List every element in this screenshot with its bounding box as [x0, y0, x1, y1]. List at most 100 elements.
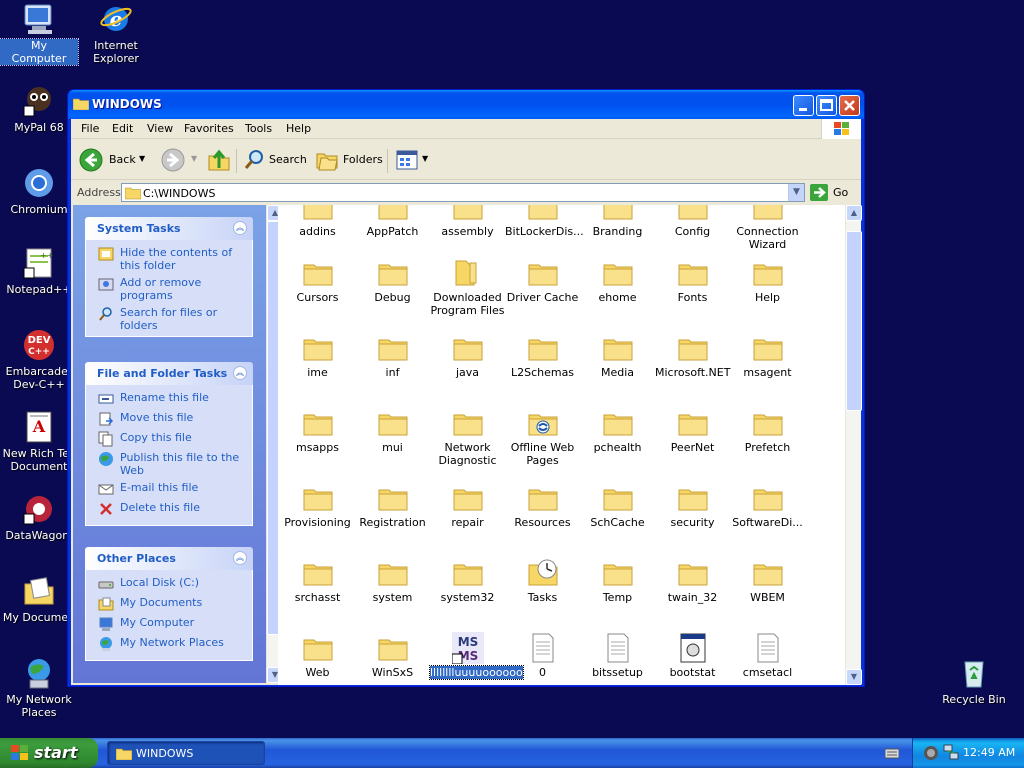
- file-item[interactable]: BitLockerDis...: [505, 205, 584, 238]
- file-item[interactable]: Media: [580, 332, 655, 379]
- file-item[interactable]: Help: [730, 257, 805, 304]
- file-item[interactable]: Network Diagnostic: [430, 407, 505, 467]
- search-button[interactable]: Search: [243, 148, 309, 172]
- file-item[interactable]: addins: [280, 205, 355, 238]
- place-my-network-places[interactable]: My Network Places: [86, 636, 252, 656]
- menu-favorites[interactable]: Favorites: [184, 122, 234, 135]
- collapse-chevron-icon[interactable]: ︽: [233, 221, 247, 235]
- views-dropdown-icon[interactable]: ▼: [422, 154, 428, 163]
- file-item[interactable]: Cursors: [280, 257, 355, 304]
- file-item[interactable]: WBEM: [730, 557, 805, 604]
- file-item[interactable]: cmsetacl: [730, 632, 805, 679]
- file-item[interactable]: twain_32: [655, 557, 730, 604]
- file-item[interactable]: WinSxS: [355, 632, 430, 679]
- maximize-button[interactable]: [816, 95, 837, 116]
- views-button[interactable]: ▼: [395, 148, 431, 172]
- forward-dropdown-icon[interactable]: ▼: [191, 154, 197, 163]
- place-my-documents[interactable]: My Documents: [86, 596, 252, 616]
- other-places-header[interactable]: Other Places ︽: [85, 547, 253, 570]
- file-item[interactable]: SoftwareDi...: [730, 482, 805, 529]
- title-bar[interactable]: WINDOWS: [68, 90, 864, 119]
- file-folder-tasks-header[interactable]: File and Folder Tasks ︽: [85, 362, 253, 385]
- file-item[interactable]: Connection Wizard: [730, 205, 805, 251]
- system-tasks-header[interactable]: System Tasks ︽: [85, 217, 253, 240]
- address-field[interactable]: C:\WINDOWS ▼: [121, 183, 805, 202]
- up-button[interactable]: [207, 148, 231, 172]
- back-dropdown-icon[interactable]: ▼: [139, 154, 145, 163]
- file-item[interactable]: Tasks: [505, 557, 580, 604]
- security-center-icon[interactable]: [923, 745, 939, 761]
- keyboard-icon[interactable]: [884, 747, 900, 762]
- collapse-chevron-icon[interactable]: ︽: [233, 366, 247, 380]
- task-copy-file[interactable]: Copy this file: [86, 431, 252, 451]
- file-item[interactable]: Microsoft.NET: [655, 332, 730, 379]
- file-item[interactable]: Driver Cache: [505, 257, 580, 304]
- task-add-remove-programs[interactable]: Add or remove programs: [86, 276, 252, 302]
- desktop-icon-my-computer[interactable]: My Computer: [0, 2, 79, 66]
- desktop-icon-internet-explorer[interactable]: e Internet Explorer: [77, 2, 155, 65]
- task-publish-web[interactable]: Publish this file to the Web: [86, 451, 252, 477]
- file-item[interactable]: PeerNet: [655, 407, 730, 454]
- file-item[interactable]: assembly: [430, 205, 505, 238]
- file-item[interactable]: java: [430, 332, 505, 379]
- file-item[interactable]: Registration: [355, 482, 430, 529]
- minimize-button[interactable]: [793, 95, 814, 116]
- task-rename-file[interactable]: Rename this file: [86, 391, 252, 411]
- file-item[interactable]: Resources: [505, 482, 580, 529]
- file-item[interactable]: Temp: [580, 557, 655, 604]
- menu-edit[interactable]: Edit: [112, 122, 133, 135]
- task-search-files[interactable]: Search for files or folders: [86, 306, 252, 332]
- start-button[interactable]: start: [0, 738, 98, 768]
- go-button[interactable]: Go: [810, 183, 854, 202]
- address-dropdown-button[interactable]: ▼: [788, 184, 804, 201]
- file-item[interactable]: mui: [355, 407, 430, 454]
- file-item[interactable]: pchealth: [580, 407, 655, 454]
- file-item[interactable]: Config: [655, 205, 730, 238]
- file-item[interactable]: Branding: [580, 205, 655, 238]
- file-item[interactable]: security: [655, 482, 730, 529]
- file-item[interactable]: inf: [355, 332, 430, 379]
- menu-file[interactable]: File: [81, 122, 99, 135]
- task-hide-contents[interactable]: Hide the contents of this folder: [86, 246, 252, 272]
- file-item[interactable]: 0: [505, 632, 580, 679]
- file-item[interactable]: srchasst: [280, 557, 355, 604]
- menu-view[interactable]: View: [147, 122, 173, 135]
- back-button[interactable]: Back ▼: [79, 148, 149, 172]
- network-connection-icon[interactable]: [943, 744, 959, 761]
- desktop-icon-recycle-bin[interactable]: Recycle Bin: [935, 656, 1013, 706]
- file-item[interactable]: ehome: [580, 257, 655, 304]
- file-item[interactable]: system32: [430, 557, 505, 604]
- scroll-down-arrow-icon[interactable]: ▼: [846, 669, 862, 685]
- file-item[interactable]: repair: [430, 482, 505, 529]
- scroll-up-arrow-icon[interactable]: ▲: [846, 205, 862, 221]
- file-item[interactable]: Downloaded Program Files: [430, 257, 505, 317]
- file-item[interactable]: system: [355, 557, 430, 604]
- file-item[interactable]: Web: [280, 632, 355, 679]
- file-item[interactable]: msapps: [280, 407, 355, 454]
- scroll-thumb[interactable]: [846, 231, 862, 411]
- taskbar-item-windows[interactable]: WINDOWS: [107, 741, 265, 765]
- file-list-scrollbar[interactable]: ▲ ▼: [845, 205, 862, 685]
- file-item[interactable]: Debug: [355, 257, 430, 304]
- menu-help[interactable]: Help: [286, 122, 311, 135]
- task-delete-file[interactable]: Delete this file: [86, 501, 252, 521]
- close-button[interactable]: [839, 95, 860, 116]
- file-item[interactable]: Provisioning: [280, 482, 355, 529]
- place-local-disk[interactable]: Local Disk (C:): [86, 576, 252, 596]
- file-item[interactable]: bootstat: [655, 632, 730, 679]
- folders-button[interactable]: Folders: [315, 148, 383, 172]
- task-move-file[interactable]: Move this file: [86, 411, 252, 431]
- file-item[interactable]: ime: [280, 332, 355, 379]
- place-my-computer[interactable]: My Computer: [86, 616, 252, 636]
- file-item[interactable]: Offline Web Pages: [505, 407, 580, 467]
- clock[interactable]: 12:49 AM: [963, 746, 1015, 759]
- file-item[interactable]: L2Schemas: [505, 332, 580, 379]
- file-item[interactable]: AppPatch: [355, 205, 430, 238]
- menu-tools[interactable]: Tools: [245, 122, 272, 135]
- file-item[interactable]: bitssetup: [580, 632, 655, 679]
- task-email-file[interactable]: E-mail this file: [86, 481, 252, 501]
- file-item[interactable]: Prefetch: [730, 407, 805, 454]
- file-item[interactable]: SchCache: [580, 482, 655, 529]
- forward-button[interactable]: ▼: [161, 148, 197, 172]
- file-item[interactable]: msagent: [730, 332, 805, 379]
